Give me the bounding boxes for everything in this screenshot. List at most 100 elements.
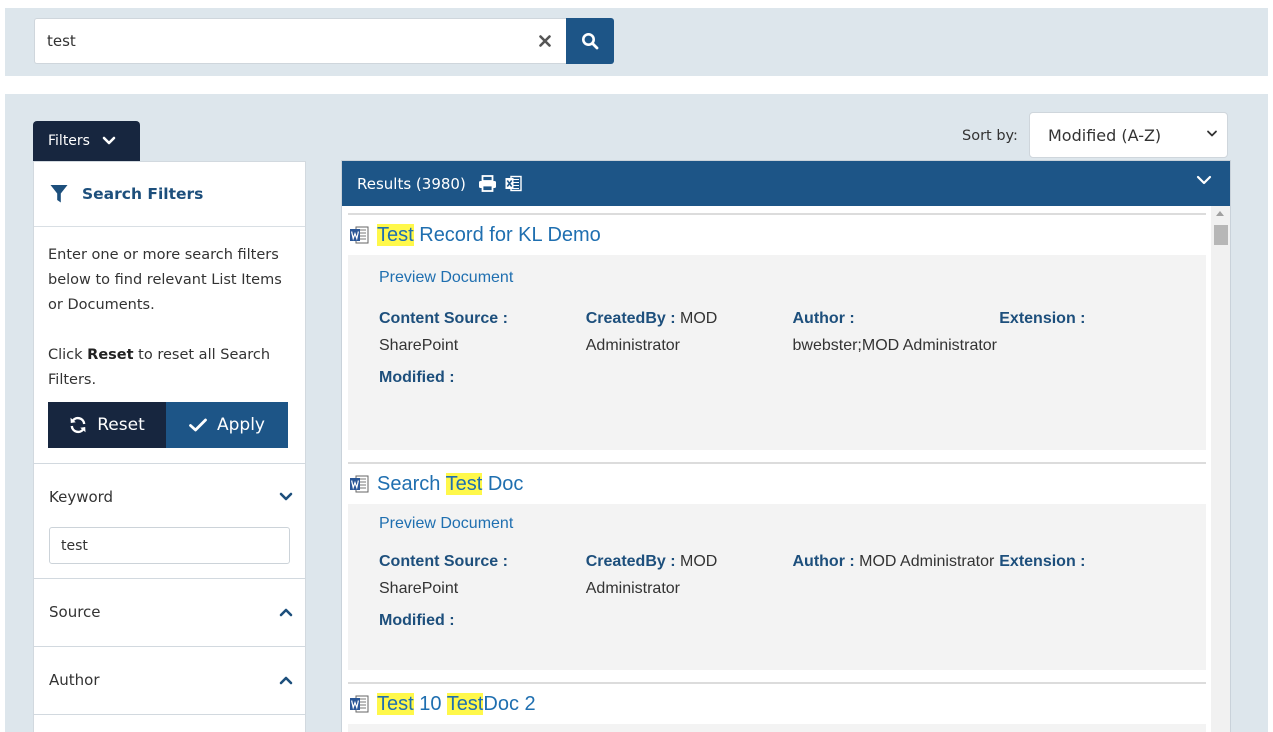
result-details: [348, 724, 1206, 732]
keyword-input[interactable]: [49, 527, 290, 564]
reset-help-text: Click Reset to reset all Search Filters.: [48, 343, 291, 393]
highlight-term: Test: [445, 472, 483, 495]
content-source-field: Content Source : SharePoint: [379, 548, 586, 602]
author-section-header[interactable]: Author: [34, 647, 305, 713]
chevron-down-icon: [102, 136, 116, 145]
field-label: Content Source :: [379, 553, 508, 570]
created-by-field: CreatedBy : MOD Administrator: [586, 548, 793, 602]
preview-document-link[interactable]: Preview Document: [379, 269, 513, 287]
field-value: SharePoint: [379, 580, 459, 597]
results-scrollbar[interactable]: [1211, 206, 1230, 732]
word-document-icon: [349, 226, 369, 244]
results-header: Results (3980): [342, 161, 1230, 206]
title-segment: Record for KL Demo: [413, 223, 601, 246]
field-label: CreatedBy :: [585, 553, 676, 570]
apply-label: Apply: [217, 415, 265, 435]
field-label: Extension :: [999, 553, 1086, 570]
title-text: Test Record for KL Demo: [377, 223, 601, 247]
reset-help-bold: Reset: [87, 347, 134, 363]
result-meta: Content Source : SharePoint CreatedBy : M…: [379, 548, 1206, 602]
clear-search-button[interactable]: [532, 27, 558, 55]
result-details: Preview Document Content Source : SharePo…: [348, 504, 1206, 670]
chevron-down-icon: [1207, 130, 1217, 137]
title-segment: Doc: [482, 472, 524, 495]
source-label: Source: [49, 603, 101, 621]
author-field: Author : MOD Administrator: [793, 548, 1000, 602]
chevron-up-icon: [279, 676, 293, 685]
field-label: Content Source :: [379, 310, 508, 327]
content-source-field: Content Source : SharePoint: [379, 305, 586, 359]
word-document-icon: [349, 695, 369, 713]
title-segment: Doc 2: [483, 692, 536, 715]
search-input[interactable]: [47, 19, 517, 63]
filters-panel-title: Search Filters: [82, 185, 204, 203]
preview-document-link[interactable]: Preview Document: [379, 515, 513, 533]
search-icon: [582, 33, 599, 50]
field-label: Author :: [792, 553, 855, 570]
filter-section-author: Author: [34, 646, 305, 714]
result-title[interactable]: Search Test Doc: [348, 464, 1206, 504]
reset-label: Reset: [97, 415, 145, 435]
filter-section-next: [34, 714, 305, 732]
sort-label: Sort by:: [962, 128, 1018, 144]
print-icon: [478, 175, 496, 192]
keyword-section-header[interactable]: Keyword: [34, 464, 305, 530]
result-title[interactable]: Test 10 TestDoc 2: [348, 684, 1206, 724]
author-label: Author: [49, 671, 100, 689]
field-value: MOD Administrator: [859, 553, 995, 570]
scroll-up-arrow[interactable]: [1216, 211, 1224, 216]
modified-field: Modified :: [379, 612, 455, 629]
sort-select[interactable]: Modified (A-Z): [1029, 112, 1228, 158]
result-details: Preview Document Content Source : SharePo…: [348, 255, 1206, 450]
chevron-down-icon: [279, 492, 293, 501]
chevron-up-icon: [279, 608, 293, 617]
title-segment: Search: [377, 472, 446, 495]
excel-icon: [505, 175, 522, 192]
author-field: Author : bwebster;MOD Administrator: [793, 305, 1000, 359]
results-count: Results (3980): [357, 174, 466, 193]
created-by-field: CreatedBy : MOD Administrator: [586, 305, 793, 359]
filter-actions: Reset Apply: [48, 402, 288, 448]
field-value: SharePoint: [379, 337, 459, 354]
search-button[interactable]: [566, 18, 614, 64]
field-value: bwebster;MOD Administrator: [792, 337, 998, 354]
check-icon: [189, 418, 207, 432]
close-icon: [539, 35, 551, 47]
result-item: Search Test Doc Preview Document Content…: [348, 462, 1206, 670]
sort-selected-value: Modified (A-Z): [1048, 125, 1162, 145]
result-item: Test Record for KL Demo Preview Document…: [348, 213, 1206, 450]
scroll-thumb[interactable]: [1214, 225, 1228, 245]
title-text: Test 10 TestDoc 2: [377, 692, 536, 716]
chevron-down-icon: [1196, 175, 1212, 185]
reset-help-pre: Click: [48, 347, 88, 363]
extension-field: Extension :: [999, 548, 1206, 602]
filters-toggle[interactable]: Filters: [33, 121, 140, 161]
print-button[interactable]: [478, 175, 497, 192]
source-section-header[interactable]: Source: [34, 579, 305, 645]
refresh-icon: [70, 416, 86, 434]
highlight-term: Test: [446, 692, 484, 715]
result-title[interactable]: Test Record for KL Demo: [348, 215, 1206, 255]
word-document-icon: [349, 475, 369, 493]
result-item: Test 10 TestDoc 2: [348, 682, 1206, 732]
filters-panel-header: Search Filters: [34, 162, 305, 227]
filters-panel: Search Filters Enter one or more search …: [33, 161, 306, 732]
top-search-bar: [5, 8, 1268, 76]
field-label: CreatedBy :: [585, 310, 676, 327]
main-area: Filters Search Filters Enter one or more…: [5, 94, 1268, 732]
highlight-term: Test: [377, 692, 414, 715]
results-panel: Results (3980) Test Record for KL Demo P…: [341, 160, 1231, 732]
extension-field: Extension :: [999, 305, 1206, 359]
apply-button[interactable]: Apply: [166, 402, 288, 448]
export-excel-button[interactable]: [505, 175, 522, 192]
filter-section-keyword: Keyword: [34, 463, 305, 578]
results-list: Test Record for KL Demo Preview Document…: [348, 213, 1206, 732]
reset-button[interactable]: Reset: [48, 402, 166, 448]
search-box: [34, 18, 566, 64]
modified-field: Modified :: [379, 369, 455, 386]
highlight-term: Test: [377, 223, 414, 246]
result-meta: Content Source : SharePoint CreatedBy : M…: [379, 305, 1206, 359]
filter-section-source: Source: [34, 578, 305, 646]
filters-tab-label: Filters: [48, 133, 90, 149]
title-segment: 10: [413, 692, 447, 715]
